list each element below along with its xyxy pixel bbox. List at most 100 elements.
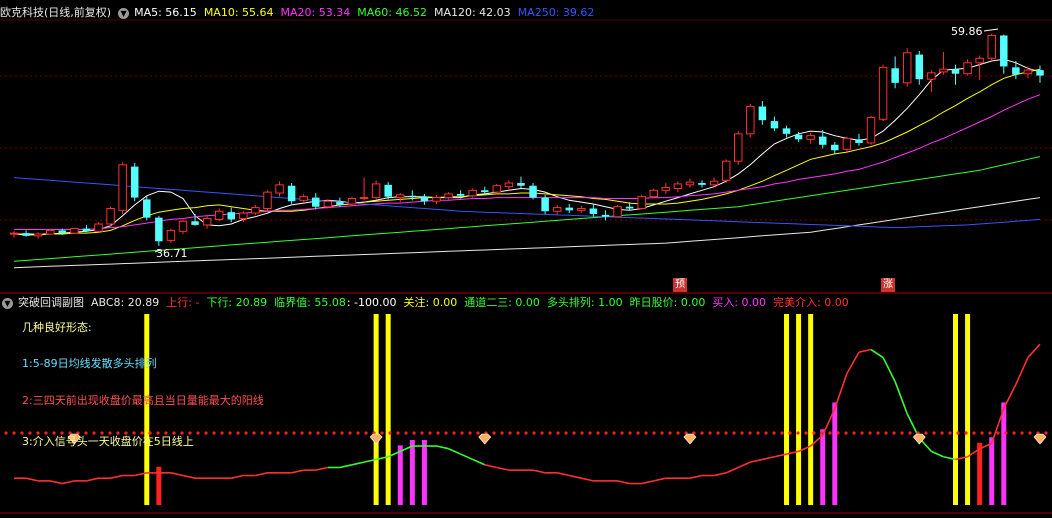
unnamed-value: : -100.00	[346, 296, 397, 309]
prev-price-value: 昨日股价: 0.00	[629, 296, 706, 309]
diamond-icon	[683, 433, 697, 445]
abc8-segment	[750, 458, 763, 463]
baseline-dot	[284, 431, 288, 435]
baseline-dot	[468, 431, 472, 435]
abc8-segment	[713, 472, 727, 477]
candle-body-down	[758, 106, 767, 121]
buy-value: 买入: 0.00	[712, 296, 767, 309]
abc8-segment	[472, 458, 486, 466]
baseline-dot	[228, 431, 232, 435]
threshold-value: 临界值: 55.08	[274, 296, 346, 309]
candle-body-up	[396, 194, 405, 199]
candle-body-down	[601, 214, 610, 217]
abc8-segment	[557, 472, 570, 477]
chevron-down-icon[interactable]: ▼	[118, 7, 130, 19]
ma60-value: MA60: 46.52	[357, 6, 427, 19]
baseline-dot	[388, 431, 392, 435]
candle-body-down	[625, 206, 634, 209]
baseline-dot	[4, 431, 8, 435]
signal-bar-magenta	[409, 440, 415, 505]
baseline-dot	[844, 431, 848, 435]
baseline-dot	[780, 431, 784, 435]
candle-body-down	[915, 54, 924, 80]
baseline-dot	[732, 431, 736, 435]
baseline-dot	[884, 431, 888, 435]
annotation-line-2: 2:三四天前出现收盘价最高且当日量能最大的阳线	[22, 394, 264, 407]
signal-bar-yellow	[784, 314, 790, 505]
baseline-dot	[540, 431, 544, 435]
baseline-dot	[476, 431, 480, 435]
abc8-segment	[1003, 384, 1017, 409]
abc8-segment	[1015, 357, 1029, 385]
baseline-dot	[988, 431, 992, 435]
candle-body-down	[481, 190, 489, 193]
abc8-segment	[50, 480, 63, 485]
candle-body-up	[927, 72, 936, 80]
baseline-dot	[972, 431, 976, 435]
candle-body-down	[22, 233, 30, 236]
abc8-segment	[62, 480, 75, 485]
candle-body-down	[155, 217, 163, 242]
candle-body-up	[468, 189, 477, 197]
baseline-dot	[444, 431, 448, 435]
abc8-segment	[737, 461, 751, 469]
baseline-dot	[492, 431, 496, 435]
candle-body-down	[287, 185, 296, 202]
candle-body-up	[178, 220, 188, 232]
abc8-segment	[339, 464, 353, 469]
candle-body-up	[613, 206, 622, 218]
baseline-dot	[452, 431, 456, 435]
signal-bar-magenta	[421, 440, 427, 505]
baseline-dot	[196, 431, 200, 435]
abc8-segment	[25, 477, 39, 482]
candle-body-up	[359, 197, 369, 200]
stock-title[interactable]: 欧克科技(日线,前复权)	[0, 4, 111, 22]
candle-body-down	[408, 195, 417, 197]
baseline-dot	[324, 431, 328, 435]
candle-body-up	[709, 180, 719, 186]
candle-body-down	[698, 183, 706, 185]
annotation-heading: 几种良好形态:	[22, 321, 92, 334]
abc8-segment	[351, 461, 365, 466]
abc8-segment	[858, 348, 872, 353]
baseline-dot	[900, 431, 904, 435]
diamond-icon	[478, 433, 492, 445]
chevron-down-icon[interactable]: ▼	[2, 297, 13, 309]
candle-body-up	[902, 52, 912, 84]
candle-body-up	[504, 182, 514, 188]
candle-body-up	[45, 229, 55, 235]
baseline-dot	[332, 431, 336, 435]
candle-body-up	[33, 233, 43, 237]
ma20-value: MA20: 53.34	[280, 6, 351, 19]
ma120-value: MA120: 42.03	[433, 6, 511, 19]
baseline-dot	[636, 431, 640, 435]
baseline-dot	[1012, 431, 1016, 435]
abc8-segment	[532, 469, 546, 474]
abc8-segment	[725, 466, 739, 474]
abc8-segment	[484, 464, 497, 469]
candle-body-down	[384, 184, 392, 197]
abc8-segment	[496, 466, 510, 471]
baseline-dot	[596, 431, 600, 435]
candle-body-down	[312, 197, 320, 207]
candle-body-up	[323, 200, 333, 208]
baseline-dot	[276, 431, 280, 435]
candle-body-up	[263, 191, 272, 210]
baseline-dot	[908, 431, 912, 435]
baseline-dot	[588, 431, 592, 435]
indicator-title[interactable]: 突破回调副图	[18, 294, 84, 312]
baseline-dot	[244, 431, 248, 435]
baseline-dot	[940, 431, 944, 435]
baseline-dot	[996, 431, 1000, 435]
abc8-value: ABC8: 20.89	[91, 296, 160, 309]
baseline-dot	[796, 431, 800, 435]
candle-body-down	[831, 144, 839, 151]
perfect-entry-value: 完美介入: 0.00	[773, 296, 849, 309]
candle-body-down	[58, 230, 67, 234]
baseline-dot	[500, 431, 504, 435]
candle-body-up	[118, 164, 127, 211]
baseline-dot	[268, 431, 272, 435]
pre-rise-tag: 预	[673, 278, 687, 292]
abc8-segment	[882, 357, 896, 383]
baseline-dot	[620, 431, 624, 435]
